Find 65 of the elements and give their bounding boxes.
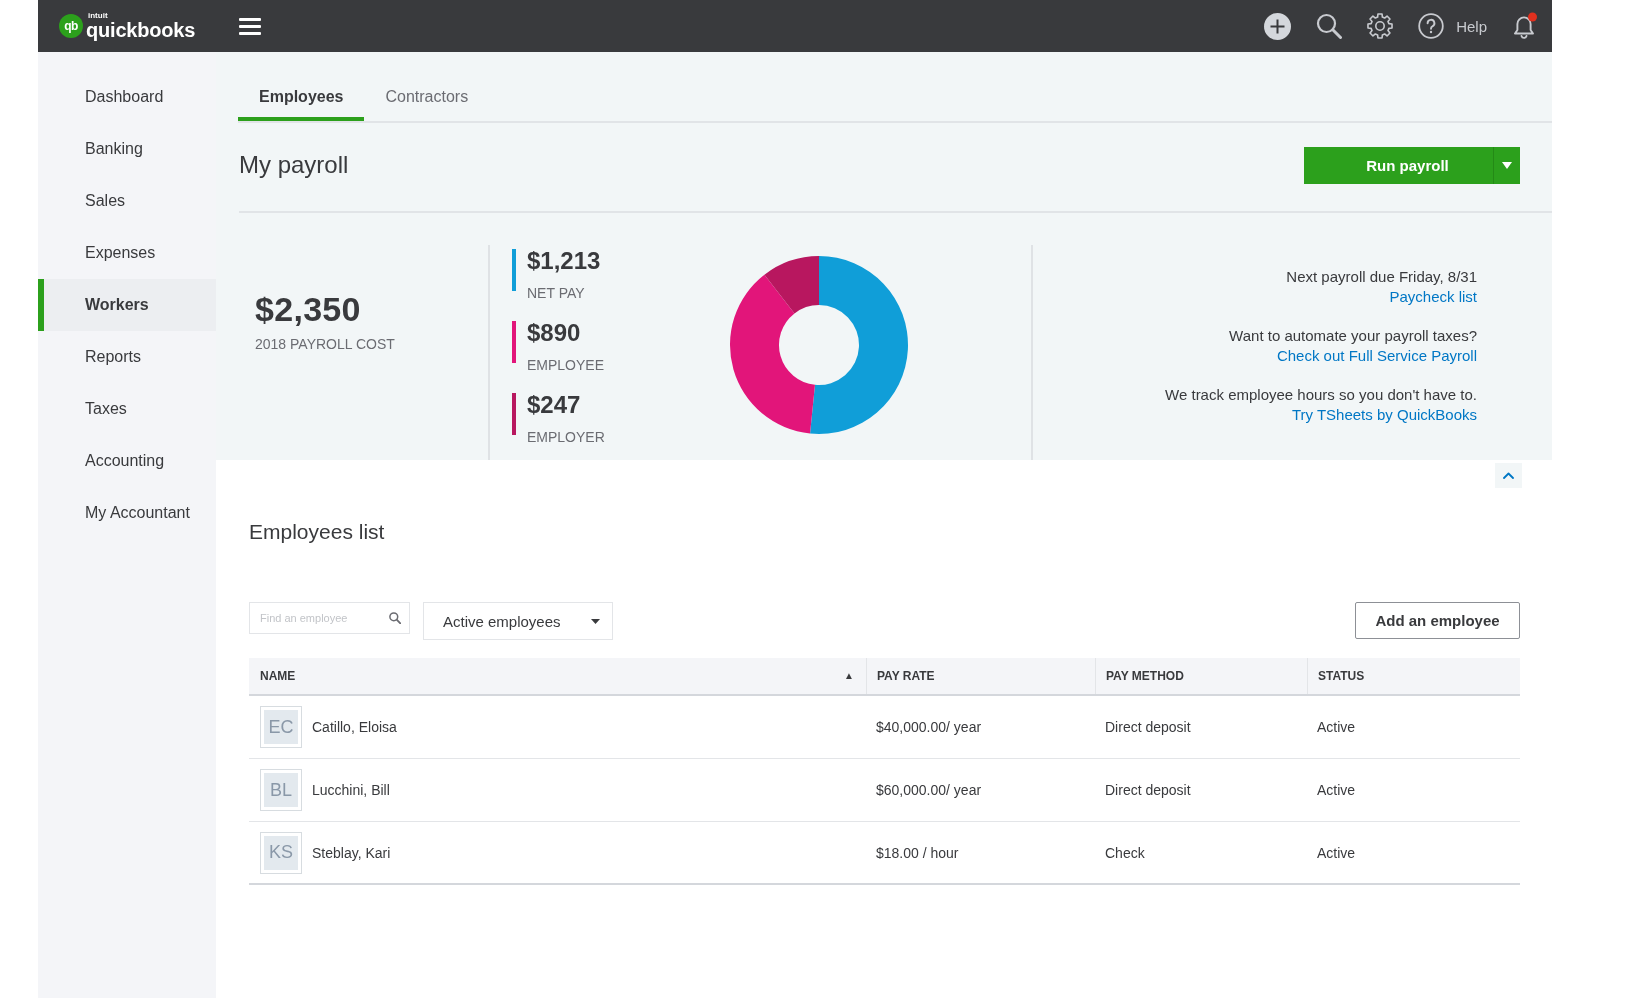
- search-icon[interactable]: [1316, 13, 1343, 39]
- table-cell-text: $18.00 / hour: [875, 843, 960, 863]
- initials-avatar: BL: [260, 769, 302, 811]
- caret-down-icon: [591, 618, 600, 624]
- initials-avatar: EC: [260, 706, 302, 748]
- initials-avatar: KS: [260, 831, 302, 874]
- employee-name: Steblay, Kari: [312, 844, 391, 861]
- table-cell-text: $60,000.00/ year: [875, 781, 983, 800]
- table-cell-text: Active: [1316, 843, 1357, 863]
- sidebar-item[interactable]: Dashboard: [38, 71, 216, 123]
- table-cell-text: Direct deposit: [1104, 781, 1192, 800]
- legend-amount: $890: [527, 319, 582, 347]
- table-cell-text: Active: [1316, 718, 1357, 737]
- sidebar-item[interactable]: Banking: [38, 123, 216, 175]
- tab[interactable]: Contractors: [364, 52, 490, 121]
- notice-text: Want to automate your payroll taxes?: [1229, 326, 1477, 346]
- help-icon: [1418, 13, 1445, 39]
- legend-label: EMPLOYEE: [527, 356, 605, 375]
- sidebar-item[interactable]: Reports: [38, 331, 216, 383]
- column-header[interactable]: STATUS: [1307, 658, 1520, 694]
- brand-company-name: intuit: [88, 12, 109, 20]
- sidebar-item[interactable]: My Accountant: [38, 487, 216, 539]
- column-header[interactable]: NAME ▲: [249, 658, 866, 694]
- sidebar-item[interactable]: Workers: [38, 279, 216, 331]
- menu-icon[interactable]: [239, 17, 262, 35]
- legend-amount: $1,213: [527, 247, 601, 275]
- run-payroll-menu-button[interactable]: [1493, 146, 1520, 184]
- sidebar-item[interactable]: Expenses: [38, 227, 216, 279]
- brand-name[interactable]: quickbooks: [86, 20, 196, 40]
- bell-icon[interactable]: [1512, 12, 1538, 40]
- column-header[interactable]: PAY METHOD: [1095, 658, 1307, 694]
- legend-label: NET PAY: [527, 284, 586, 303]
- table-cell-text: $40,000.00/ year: [875, 718, 983, 737]
- notice-text: Next payroll due Friday, 8/31: [1286, 267, 1477, 287]
- page-title: My payroll: [239, 150, 349, 180]
- total-label: 2018 PAYROLL COST: [255, 335, 396, 353]
- caret-down-icon: [1502, 161, 1512, 169]
- legend-label: EMPLOYER: [527, 428, 605, 447]
- sidebar-item[interactable]: Sales: [38, 175, 216, 227]
- column-header[interactable]: PAY RATE: [866, 658, 1095, 694]
- notice-link[interactable]: Paycheck list: [1389, 287, 1477, 307]
- table-cell-text: Check: [1104, 843, 1146, 863]
- notice-link[interactable]: Try TSheets by QuickBooks: [1291, 405, 1477, 425]
- collapse-button[interactable]: [1495, 463, 1522, 488]
- help-button[interactable]: Help: [1418, 13, 1487, 39]
- notice-link[interactable]: Check out Full Service Payroll: [1276, 346, 1477, 366]
- chevron-up-icon: [1503, 472, 1514, 479]
- employee-name: Catillo, Eloisa: [312, 719, 397, 735]
- notice-text: We track employee hours so you don't have to.: [1165, 385, 1477, 405]
- legend-amount: $247: [527, 391, 582, 419]
- employee-name: Lucchini, Bill: [312, 782, 390, 798]
- add-employee-button[interactable]: Add an employee: [1355, 602, 1520, 639]
- search-icon: [389, 612, 401, 624]
- table-cell-text: Direct deposit: [1104, 718, 1192, 737]
- settings-icon[interactable]: [1367, 13, 1394, 39]
- sort-arrow-icon: ▲: [844, 671, 854, 681]
- tab[interactable]: Employees: [238, 52, 365, 121]
- section-title: Employees list: [249, 519, 386, 545]
- total-amount: $2,350: [255, 289, 362, 329]
- sidebar-item[interactable]: Taxes: [38, 383, 216, 435]
- search-field[interactable]: Find an employee: [249, 602, 410, 634]
- filter-dropdown[interactable]: Active employees: [423, 602, 613, 640]
- plus-circle-icon[interactable]: [1264, 12, 1292, 40]
- table-cell-text: Active: [1316, 781, 1357, 800]
- sidebar-item[interactable]: Accounting: [38, 435, 216, 487]
